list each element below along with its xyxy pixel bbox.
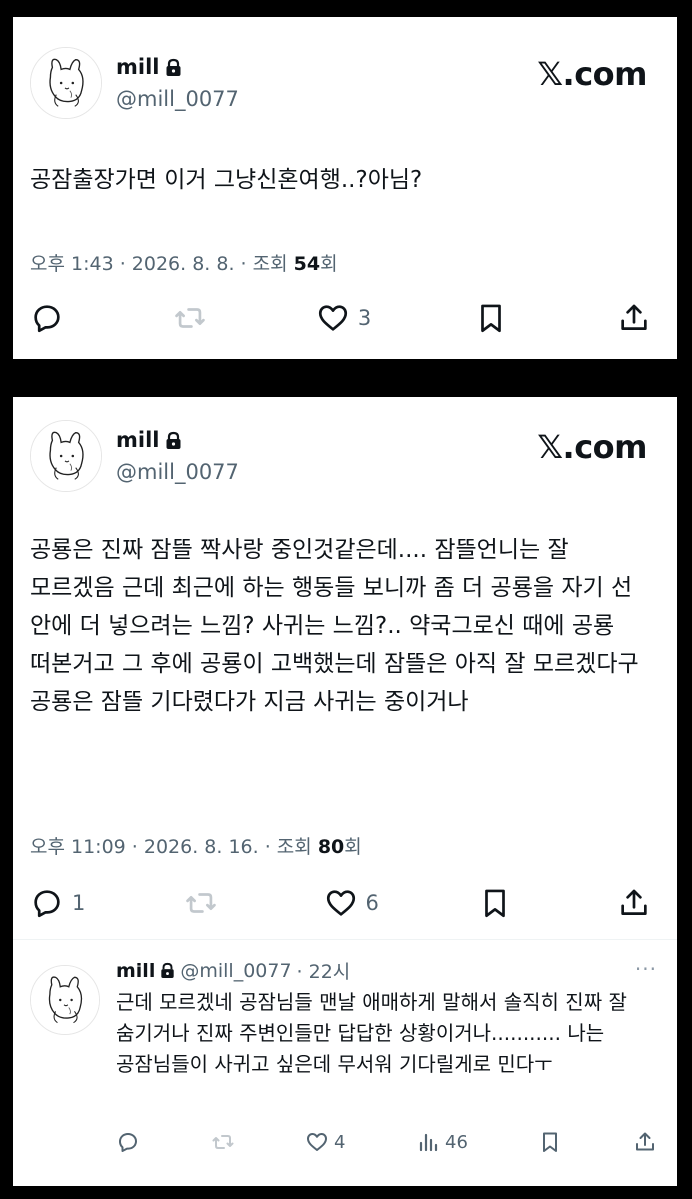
retweet-icon bbox=[212, 1135, 234, 1149]
reply-like-button[interactable]: 4 bbox=[305, 1130, 345, 1154]
reply-count: 1 bbox=[72, 891, 86, 915]
heart-icon bbox=[318, 305, 347, 331]
author-handle[interactable]: @mill_0077 bbox=[116, 460, 239, 484]
reply-icon bbox=[119, 1133, 137, 1152]
tweet-text: 공룡은 진짜 잠뜰 짝사랑 중인것같은데.... 잠뜰언니는 잘 모르겠음 근데… bbox=[30, 537, 646, 715]
retweet-button[interactable] bbox=[173, 301, 213, 335]
like-button[interactable]: 6 bbox=[324, 886, 379, 920]
reply-author-name[interactable]: mill bbox=[116, 960, 155, 982]
avatar[interactable] bbox=[30, 420, 102, 492]
reply-icon bbox=[34, 305, 60, 333]
reply-share-button[interactable] bbox=[633, 1130, 657, 1154]
tweet-card-1: mill @mill_0077 𝕏.com 공잠출장가면 이거 그냥신혼여행..… bbox=[13, 17, 677, 359]
author-name-row: mill bbox=[116, 55, 182, 79]
share-button[interactable] bbox=[617, 886, 657, 920]
reply-reply-button[interactable] bbox=[116, 1130, 140, 1154]
bookmark-button[interactable] bbox=[478, 886, 518, 920]
reply-like-count: 4 bbox=[334, 1131, 346, 1153]
view-count: 54 bbox=[293, 253, 321, 275]
reply-text: 근데 모르겠네 공잠님들 맨날 애매하게 말해서 솔직히 진짜 잘 숨기거나 진… bbox=[116, 990, 627, 1076]
reply-bookmark-button[interactable] bbox=[538, 1130, 562, 1154]
retweet-icon bbox=[186, 893, 217, 913]
lock-icon bbox=[161, 962, 175, 978]
reply-button[interactable]: 1 bbox=[30, 886, 85, 920]
reply-retweet-button[interactable] bbox=[211, 1130, 235, 1154]
like-count: 6 bbox=[365, 891, 379, 915]
tweet-meta: 오후 11:09 · 2026. 8. 16. · 조회 80회 bbox=[30, 832, 362, 859]
bookmark-button[interactable] bbox=[474, 301, 514, 335]
share-button[interactable] bbox=[617, 301, 657, 335]
reply-avatar[interactable] bbox=[30, 965, 100, 1035]
reply-time[interactable]: · 22시 bbox=[297, 957, 351, 984]
heart-icon bbox=[326, 890, 355, 916]
tweet-meta: 오후 1:43 · 2026. 8. 8. · 조회 54회 bbox=[30, 249, 338, 276]
author-handle[interactable]: @mill_0077 bbox=[116, 87, 239, 111]
lock-icon bbox=[166, 58, 181, 76]
avatar[interactable] bbox=[30, 47, 102, 119]
timestamp[interactable]: 오후 1:43 · 2026. 8. 8. · 조회 bbox=[30, 253, 294, 275]
view-count: 80 bbox=[317, 836, 345, 858]
author-name[interactable]: mill bbox=[116, 428, 159, 452]
share-icon bbox=[635, 1132, 654, 1151]
share-icon bbox=[621, 304, 647, 330]
reply-actions: 4 46 bbox=[116, 1126, 657, 1158]
tweet-card-2: mill @mill_0077 𝕏.com 공룡은 진짜 잠뜰 짝사랑 중인것같… bbox=[13, 397, 677, 1186]
more-options-icon[interactable]: ··· bbox=[635, 957, 657, 981]
reply-author-handle[interactable]: @mill_0077 bbox=[180, 960, 291, 982]
retweet-button[interactable] bbox=[184, 886, 224, 920]
tweet-actions: 3 bbox=[30, 298, 657, 338]
heart-icon bbox=[307, 1133, 328, 1151]
retweet-icon bbox=[175, 308, 205, 328]
tweet-text: 공잠출장가면 이거 그냥신혼여행..?아님? bbox=[30, 167, 423, 193]
timestamp[interactable]: 오후 11:09 · 2026. 8. 16. · 조회 bbox=[30, 836, 318, 858]
tweet-actions: 1 6 bbox=[30, 883, 657, 923]
share-icon bbox=[621, 889, 647, 915]
bookmark-icon bbox=[485, 889, 505, 918]
like-count: 3 bbox=[357, 306, 372, 330]
bookmark-icon bbox=[543, 1132, 558, 1152]
author-name-row: mill bbox=[116, 428, 182, 452]
analytics-icon bbox=[419, 1133, 438, 1152]
reply-header: mill @mill_0077 · 22시 bbox=[116, 957, 350, 984]
reply-button[interactable] bbox=[30, 301, 70, 335]
reply-icon bbox=[34, 890, 60, 918]
view-suffix: 회 bbox=[320, 253, 338, 275]
reply-view-count: 46 bbox=[445, 1131, 468, 1153]
lock-icon bbox=[166, 431, 181, 449]
divider bbox=[13, 939, 677, 940]
view-suffix: 회 bbox=[344, 836, 362, 858]
author-name[interactable]: mill bbox=[116, 55, 159, 79]
bookmark-icon bbox=[481, 304, 501, 333]
reply-views-button[interactable]: 46 bbox=[416, 1130, 468, 1154]
like-button[interactable]: 3 bbox=[316, 301, 371, 335]
x-com-logo: 𝕏.com bbox=[537, 55, 647, 93]
x-com-logo: 𝕏.com bbox=[537, 428, 647, 466]
